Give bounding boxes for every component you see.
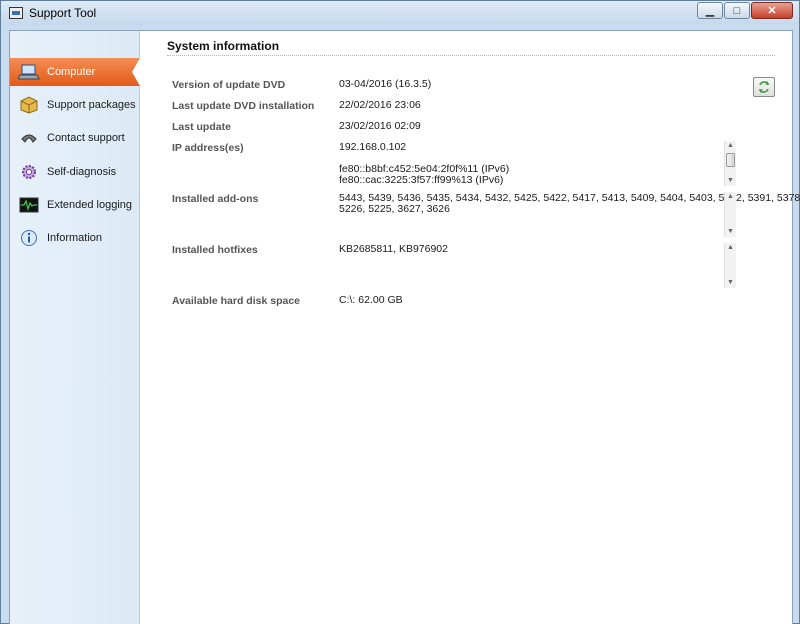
main-panel: System information Version of update DVD… [141,31,800,624]
sidebar-item-label: Information [47,232,103,244]
addons-scrollbar[interactable]: ▲ ▼ [724,192,736,237]
sidebar-item-computer[interactable]: Computer [10,58,140,86]
section-title: System information [167,39,280,53]
hotfixes-scrollbar[interactable]: ▲ ▼ [724,243,736,288]
value-disk-space: C:\: 62.00 GB [339,294,403,306]
scroll-down-arrow[interactable]: ▼ [725,227,736,237]
sidebar-item-label: Self-diagnosis [47,166,117,178]
value-installed-hotfixes: KB2685811, KB976902 [339,243,448,255]
title-bar[interactable]: Support Tool ▁ □ ✕ [1,1,799,25]
label-ip-addresses: IP address(es) [172,142,244,154]
sidebar-item-information[interactable]: Information [10,224,140,252]
value-update-dvd-version: 03-04/2016 (16.3.5) [339,78,432,90]
minimize-button[interactable]: ▁ [697,2,723,19]
sidebar-item-extended-logging[interactable]: Extended logging [10,191,140,219]
label-installed-addons: Installed add-ons [172,193,259,205]
value-last-update: 23/02/2016 02:09 [339,120,421,132]
info-icon [18,229,40,247]
support-tool-window: Support Tool ▁ □ ✕ Computer Support pack… [0,0,800,624]
sidebar-item-support-packages[interactable]: Support packages [10,91,140,119]
label-last-dvd-install: Last update DVD installation [172,100,315,112]
scroll-up-arrow[interactable]: ▲ [725,243,736,253]
gear-icon [18,163,40,181]
app-icon [9,7,23,19]
sidebar-item-self-diagnosis[interactable]: Self-diagnosis [10,158,140,186]
sidebar-item-label: Computer [47,66,96,78]
sidebar-item-label: Support packages [47,99,136,111]
package-icon [18,96,40,114]
sidebar-item-label: Contact support [47,132,125,144]
client-area: Computer Support packages Contact suppor… [9,30,800,624]
label-update-dvd-version: Version of update DVD [172,79,286,91]
phone-icon [18,129,40,147]
scroll-thumb[interactable] [726,153,735,167]
waveform-icon [18,196,40,214]
ip-addresses-scrollbar[interactable]: ▲ ▼ [724,141,736,186]
window-controls: ▁ □ ✕ [696,2,793,19]
sidebar-item-contact-support[interactable]: Contact support [10,124,140,152]
close-button[interactable]: ✕ [751,2,793,19]
window-title: Support Tool [29,6,97,20]
scroll-up-arrow[interactable]: ▲ [725,141,736,151]
label-disk-space: Available hard disk space [172,295,301,307]
label-last-update: Last update [172,121,231,133]
refresh-button[interactable] [753,77,775,97]
scroll-up-arrow[interactable]: ▲ [725,192,736,202]
laptop-icon [18,63,40,81]
refresh-icon [758,81,770,93]
label-installed-hotfixes: Installed hotfixes [172,244,258,256]
sidebar-item-label: Extended logging [47,199,133,211]
scroll-down-arrow[interactable]: ▼ [725,278,736,288]
scroll-down-arrow[interactable]: ▼ [725,176,736,186]
maximize-button[interactable]: □ [724,2,750,19]
section-divider [167,55,775,56]
value-last-dvd-install: 22/02/2016 23:06 [339,99,421,111]
sidebar: Computer Support packages Contact suppor… [10,31,140,624]
value-ip-addresses: 192.168.0.102 fe80::b8bf:c452:5e04:2f0f%… [339,141,510,186]
